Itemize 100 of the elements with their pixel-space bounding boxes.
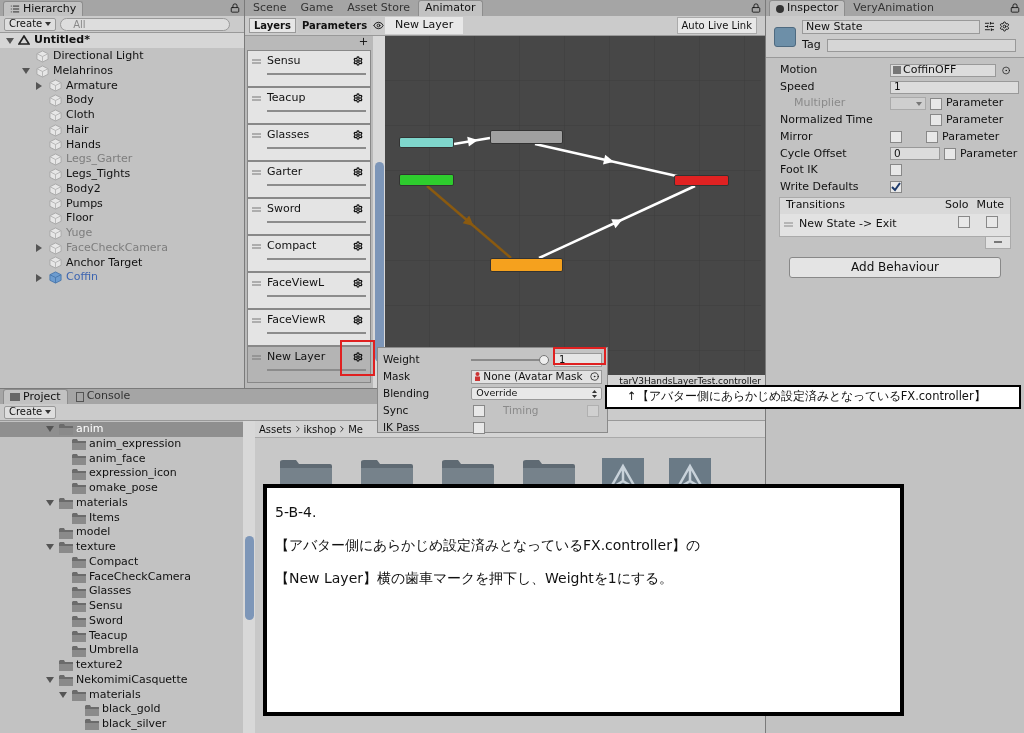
expand-triangle-icon[interactable]: [46, 425, 54, 434]
breadcrumb-item[interactable]: Assets: [259, 421, 292, 437]
drag-handle-icon[interactable]: [252, 243, 261, 249]
drag-handle-icon[interactable]: [252, 169, 261, 175]
folder-icon[interactable]: [521, 458, 577, 484]
slider-thumb[interactable]: [539, 354, 549, 365]
hierarchy-item[interactable]: Pumps: [0, 196, 244, 212]
layer-card[interactable]: Compact: [247, 235, 371, 272]
checkbox[interactable]: [930, 114, 942, 127]
layer-card[interactable]: Glasses: [247, 124, 371, 161]
expand-triangle-icon[interactable]: [46, 499, 54, 508]
motion-field[interactable]: CoffinOFF: [890, 63, 996, 77]
gear-icon[interactable]: [353, 56, 363, 66]
unity-asset-icon[interactable]: [602, 458, 644, 484]
sliders-icon[interactable]: [984, 21, 995, 33]
drag-handle-icon[interactable]: [252, 132, 261, 138]
lock-icon[interactable]: [230, 3, 240, 13]
scene-header[interactable]: Untitled*: [0, 33, 244, 48]
gear-icon[interactable]: [353, 130, 363, 140]
panel-tab[interactable]: Console: [69, 389, 137, 404]
add-icon[interactable]: [358, 36, 369, 47]
folder-item[interactable]: model: [0, 525, 243, 540]
gear-icon[interactable]: [353, 93, 363, 103]
settings-icon[interactable]: [999, 21, 1010, 33]
search-field[interactable]: All: [60, 17, 231, 31]
gear-icon[interactable]: [353, 278, 363, 288]
lock-icon[interactable]: [751, 3, 761, 13]
checkbox[interactable]: [958, 215, 970, 228]
value-field[interactable]: 1: [890, 80, 1019, 94]
folder-item[interactable]: Sensu: [0, 599, 243, 614]
checkbox[interactable]: [473, 421, 485, 434]
hierarchy-item[interactable]: Melahrinos: [0, 63, 244, 79]
name-field[interactable]: New State: [802, 19, 980, 34]
folder-item[interactable]: Umbrella: [0, 643, 243, 658]
state-node[interactable]: [399, 174, 454, 186]
layer-card[interactable]: Sword: [247, 198, 371, 235]
layers-tab[interactable]: Layers: [249, 18, 296, 33]
layer-card[interactable]: FaceViewR: [247, 309, 371, 346]
expand-triangle-icon[interactable]: [35, 244, 43, 253]
mask-field[interactable]: None (Avatar Mask: [471, 369, 602, 384]
panel-tab[interactable]: Hierarchy: [3, 1, 84, 16]
folder-item[interactable]: black_silver: [0, 717, 243, 732]
layer-card[interactable]: Garter: [247, 161, 371, 198]
scrollbar[interactable]: [243, 421, 255, 733]
folder-item[interactable]: anim_expression: [0, 436, 243, 452]
expand-triangle-icon[interactable]: [35, 273, 43, 282]
breadcrumb[interactable]: New Layer: [385, 17, 464, 34]
state-node[interactable]: [490, 258, 563, 272]
folder-item[interactable]: omake_pose: [0, 481, 243, 496]
checkbox[interactable]: [944, 147, 956, 160]
create-button[interactable]: Create: [4, 17, 57, 31]
hierarchy-item[interactable]: Hair: [0, 122, 244, 138]
expand-triangle-icon[interactable]: [35, 81, 43, 90]
dropdown[interactable]: [890, 97, 926, 111]
folder-item[interactable]: Sword: [0, 613, 243, 629]
value-field[interactable]: 0: [890, 147, 940, 161]
auto-live-link-button[interactable]: Auto Live Link: [676, 17, 757, 34]
drag-handle-icon[interactable]: [252, 58, 261, 64]
breadcrumb-item[interactable]: Me: [348, 421, 363, 437]
folder-item[interactable]: Compact: [0, 554, 243, 570]
checkbox[interactable]: [890, 131, 902, 144]
folder-item[interactable]: Items: [0, 510, 243, 526]
folder-item[interactable]: texture2: [0, 658, 243, 673]
hierarchy-item[interactable]: Body: [0, 93, 244, 108]
hierarchy-item[interactable]: Legs_Tights: [0, 167, 244, 182]
object-picker-icon[interactable]: [1001, 65, 1010, 75]
layer-card[interactable]: Teacup: [247, 87, 371, 124]
hierarchy-item[interactable]: Anchor Target: [0, 255, 244, 271]
folder-icon[interactable]: [278, 458, 334, 484]
hierarchy-item[interactable]: Directional Light: [0, 49, 244, 64]
panel-tab[interactable]: Game: [294, 0, 340, 16]
panel-tab[interactable]: Animator: [417, 0, 483, 16]
panel-tab[interactable]: Inspector: [769, 0, 846, 16]
tag-field[interactable]: [826, 38, 1016, 52]
gear-icon[interactable]: [353, 352, 363, 362]
gear-icon[interactable]: [353, 204, 363, 214]
hierarchy-item[interactable]: Armature: [0, 78, 244, 94]
checkbox[interactable]: [926, 131, 938, 144]
layer-card[interactable]: FaceViewL: [247, 272, 371, 309]
expand-triangle-icon[interactable]: [46, 676, 54, 685]
checkbox[interactable]: [986, 215, 998, 228]
checkbox[interactable]: [473, 404, 485, 417]
expand-triangle-icon[interactable]: [59, 690, 67, 699]
panel-tab[interactable]: VeryAnimation: [847, 0, 940, 16]
layer-card[interactable]: Sensu: [247, 50, 371, 87]
unity-asset-icon[interactable]: [669, 458, 711, 484]
state-node[interactable]: [490, 130, 563, 144]
create-button[interactable]: Create: [4, 405, 57, 419]
drag-handle-icon[interactable]: [784, 222, 793, 227]
breadcrumb-item[interactable]: ikshop: [303, 421, 337, 437]
expand-triangle-icon[interactable]: [6, 36, 14, 45]
lock-icon[interactable]: [1010, 3, 1020, 13]
state-node[interactable]: [399, 137, 454, 148]
folder-item[interactable]: Teacup: [0, 628, 243, 644]
gear-icon[interactable]: [353, 167, 363, 177]
gear-icon[interactable]: [353, 241, 363, 251]
folder-icon[interactable]: [440, 458, 496, 484]
folder-item[interactable]: materials: [0, 495, 243, 511]
expand-triangle-icon[interactable]: [46, 543, 54, 552]
checkbox[interactable]: [890, 164, 902, 177]
